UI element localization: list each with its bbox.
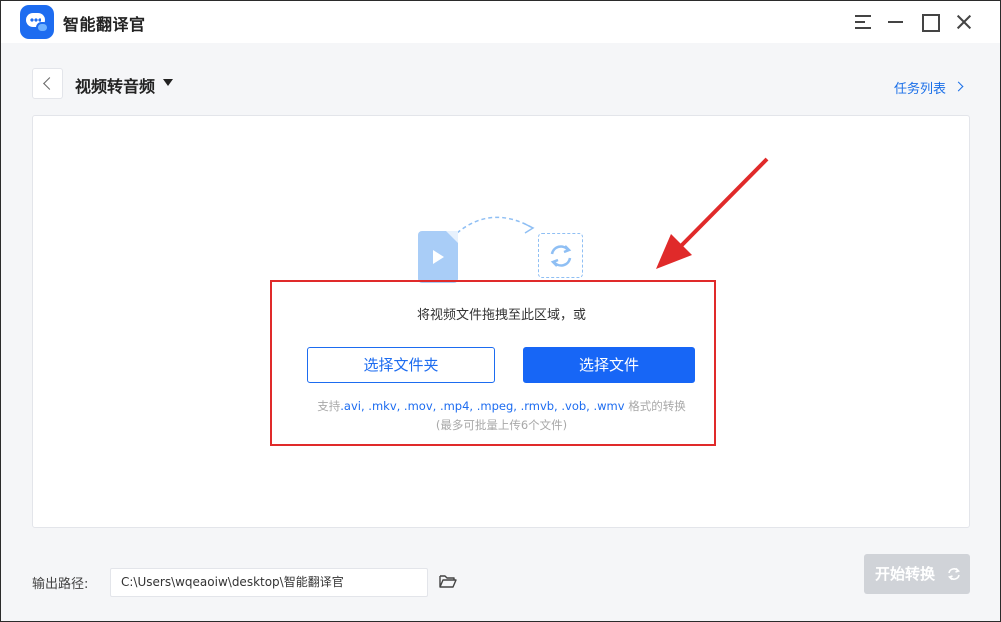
app-window: 智能翻译官 视频转音频 任务列表 将视频文件拖拽至此区域，或 选择文件夹 选择文…	[0, 0, 1001, 622]
back-button[interactable]	[32, 68, 63, 99]
folder-open-icon[interactable]	[439, 574, 457, 589]
chat-bubble-icon	[20, 5, 54, 39]
close-icon[interactable]	[951, 9, 977, 35]
minimize-icon[interactable]	[883, 9, 909, 35]
arc-arrow-icon	[456, 216, 535, 234]
output-path-field[interactable]: C:\Users\wqeaoiw\desktop\智能翻译官	[110, 568, 428, 597]
annotation-arrow	[656, 157, 769, 269]
title-bar: 智能翻译官	[1, 1, 1000, 43]
app-title: 智能翻译官	[63, 15, 146, 34]
start-convert-label: 开始转换	[875, 565, 936, 583]
mode-title[interactable]: 视频转音频	[75, 73, 155, 97]
menu-icon[interactable]	[850, 9, 876, 35]
video-file-icon	[418, 231, 458, 283]
output-path-label: 输出路径:	[32, 577, 89, 592]
chevron-right-icon[interactable]	[953, 81, 964, 92]
maximize-icon[interactable]	[917, 9, 943, 35]
conversion-illustration	[411, 211, 591, 283]
annotation-box	[270, 280, 716, 446]
task-list-link[interactable]: 任务列表	[894, 78, 946, 97]
refresh-icon	[948, 567, 960, 581]
start-convert-button[interactable]: 开始转换	[864, 554, 970, 594]
caret-down-icon[interactable]	[163, 79, 173, 86]
convert-icon	[538, 233, 583, 278]
